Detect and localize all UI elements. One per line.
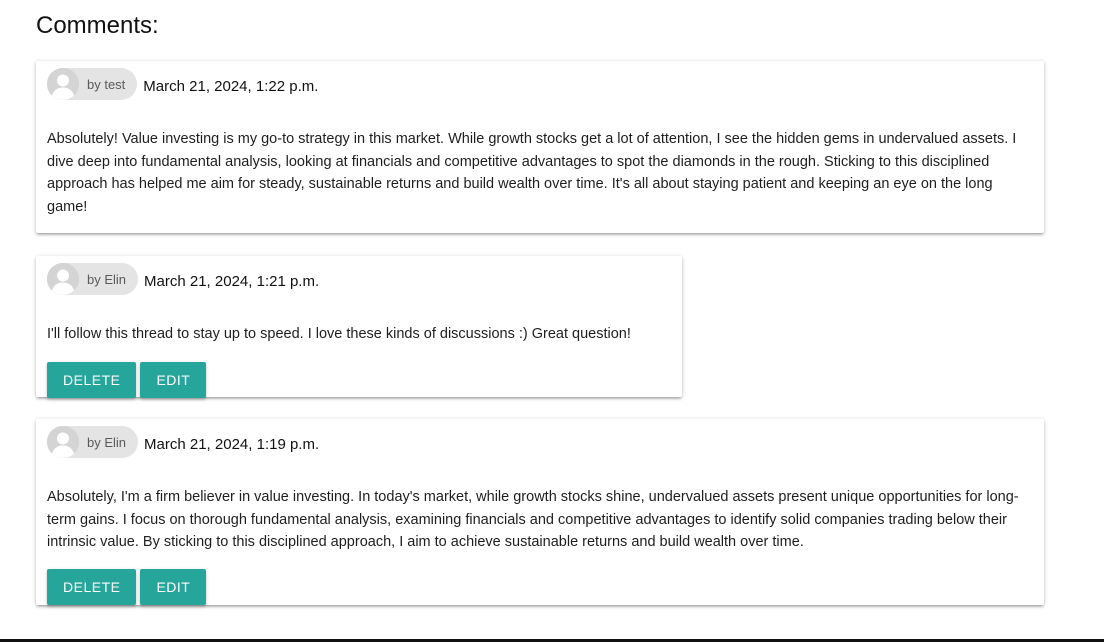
comment-meta: by Elin March 21, 2024, 1:21 p.m. — [47, 263, 319, 295]
comment-date: March 21, 2024, 1:21 p.m. — [144, 272, 320, 290]
author-chip: by Elin — [47, 426, 139, 458]
delete-button[interactable]: DELETE — [47, 362, 137, 398]
comment-actions: DELETE EDIT — [47, 362, 207, 398]
comment-meta: by Elin March 21, 2024, 1:19 p.m. — [47, 426, 319, 458]
comment-body: Absolutely! Value investing is my go-to … — [47, 131, 1017, 215]
author-name: by test — [87, 76, 126, 92]
author-name: by Elin — [87, 271, 127, 287]
author-chip: by Elin — [47, 263, 139, 295]
author-chip: by test — [47, 68, 138, 100]
edit-button[interactable]: EDIT — [140, 569, 207, 605]
delete-button[interactable]: DELETE — [47, 569, 137, 605]
comment-body: Absolutely, I'm a firm believer in value… — [47, 489, 1019, 550]
comment-card: by Elin March 21, 2024, 1:19 p.m. Absolu… — [36, 419, 1044, 605]
edit-button[interactable]: EDIT — [140, 362, 207, 398]
comment-date: March 21, 2024, 1:22 p.m. — [143, 77, 319, 95]
comment-date: March 21, 2024, 1:19 p.m. — [144, 435, 320, 453]
comment-card: by test March 21, 2024, 1:22 p.m. Absolu… — [36, 61, 1044, 233]
user-avatar-icon — [47, 68, 79, 100]
comment-actions: DELETE EDIT — [47, 569, 207, 605]
comment-meta: by test March 21, 2024, 1:22 p.m. — [47, 68, 318, 100]
author-name: by Elin — [87, 434, 127, 450]
user-avatar-icon — [47, 426, 79, 458]
comment-card: by Elin March 21, 2024, 1:21 p.m. I'll f… — [36, 256, 682, 398]
comment-body: I'll follow this thread to stay up to sp… — [47, 326, 631, 342]
comments-heading: Comments: — [36, 12, 159, 39]
user-avatar-icon — [47, 263, 79, 295]
